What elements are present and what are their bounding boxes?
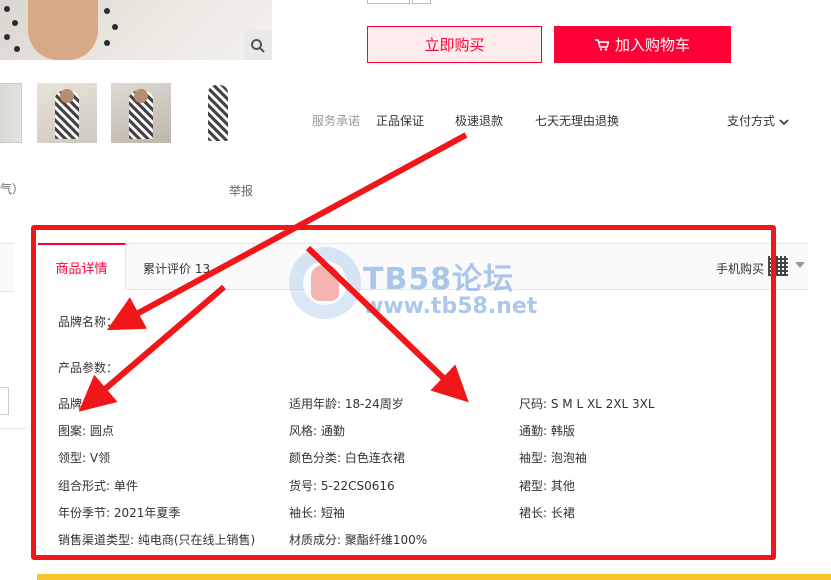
bottom-strip: [37, 574, 831, 580]
annotation-arrows: [78, 132, 469, 412]
arrow-to-size: [305, 245, 469, 403]
arrow-to-brand: [106, 132, 468, 331]
